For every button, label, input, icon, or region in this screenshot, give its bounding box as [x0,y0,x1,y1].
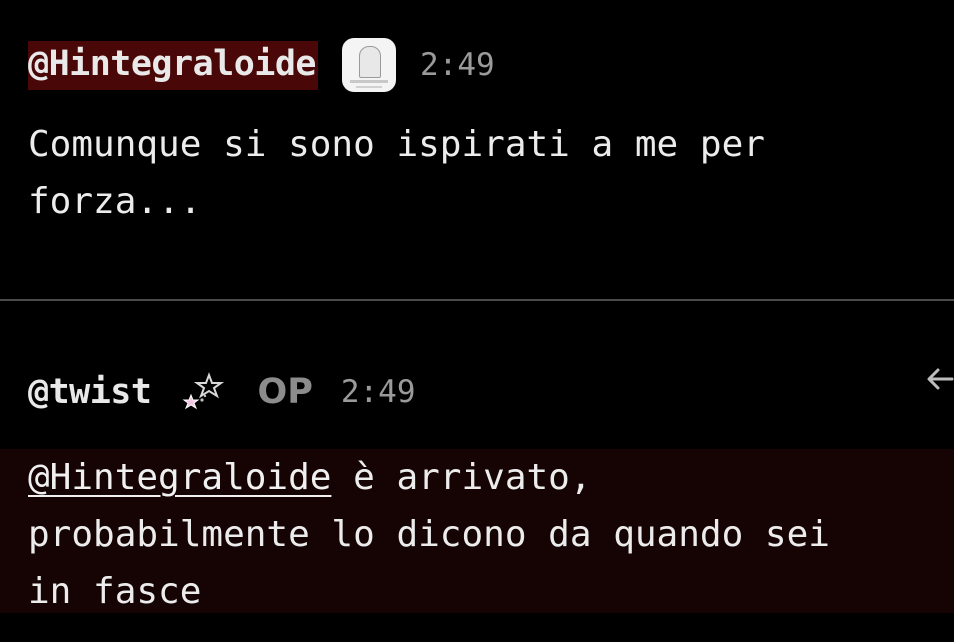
comment-text: @Hintegraloide è arrivato, probabilmente… [28,449,928,620]
username[interactable]: @twist [28,374,152,410]
comment-1: @Hintegraloide 2:49 Comunque si sono isp… [0,0,954,300]
comment-2: @twist OP 2:49 @Hintegraloide è arrivato… [0,301,954,642]
username[interactable]: @Hintegraloide [28,40,319,90]
ghost-avatar-icon[interactable] [342,38,397,92]
timestamp: 2:49 [420,46,495,83]
reply-arrow-icon[interactable] [922,361,954,397]
comment-text: Comunque si sono ispirati a me per forza… [28,124,765,222]
comment-header: @Hintegraloide 2:49 [28,37,495,93]
timestamp: 2:49 [340,373,416,410]
comment-header: @twist OP 2:49 [28,364,416,420]
stars-icon [182,372,225,410]
op-badge: OP [257,371,313,412]
mention-link[interactable]: @Hintegraloide [28,457,331,498]
